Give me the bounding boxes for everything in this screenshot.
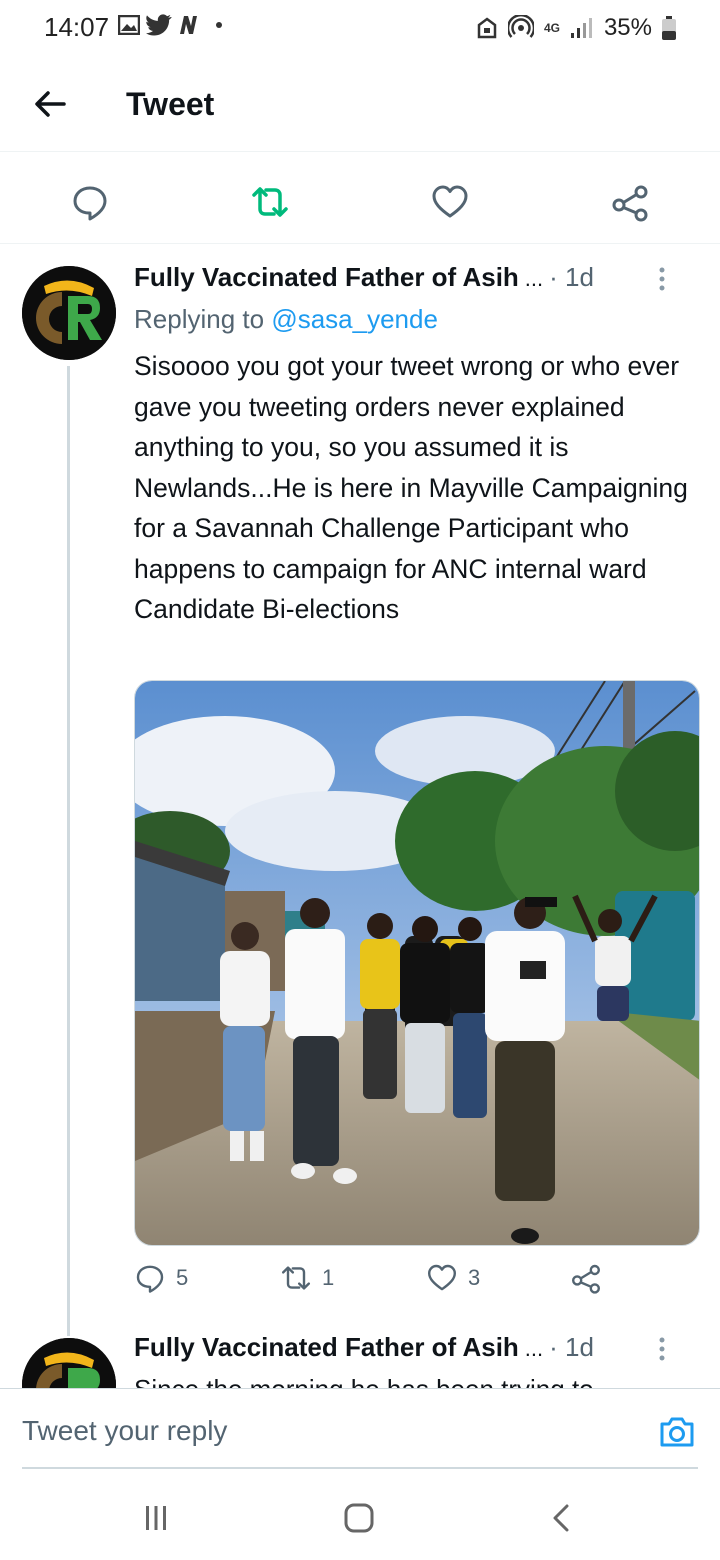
back-button[interactable]	[30, 84, 70, 124]
like-count-button[interactable]: 3	[426, 1262, 480, 1294]
thread-connector-line	[67, 366, 70, 1336]
system-navigation-bar	[0, 1470, 720, 1560]
battery-percent: 35%	[603, 14, 652, 41]
reply-icon[interactable]	[70, 182, 110, 222]
tweet-header: Fully Vaccinated Father of Asih ... · 1d	[134, 1332, 694, 1368]
gallery-notification-icon	[118, 15, 140, 35]
campaign-walk-photo	[135, 681, 699, 1245]
avatar[interactable]	[22, 266, 116, 360]
retweet-count-button[interactable]: 1	[280, 1262, 334, 1294]
like-icon[interactable]	[430, 182, 470, 222]
back-nav-icon[interactable]	[544, 1500, 580, 1536]
retweet-icon[interactable]	[250, 182, 290, 222]
tweet-text-preview: Since the morning he has been trying to	[134, 1374, 694, 1388]
retweet-count: 1	[322, 1265, 335, 1290]
avatar-logo-icon	[22, 266, 116, 360]
home-icon[interactable]	[341, 1500, 377, 1536]
alarm-lock-icon	[477, 17, 497, 39]
share-button[interactable]	[570, 1262, 602, 1294]
hotspot-icon	[507, 15, 534, 38]
system-icons: 4G 35%	[476, 14, 676, 42]
more-options-icon[interactable]	[658, 1336, 666, 1362]
reply-count: 5	[176, 1265, 189, 1290]
tweet-text: Sisoooo you got your tweet wrong or who …	[134, 351, 688, 624]
input-underline	[22, 1467, 698, 1469]
network-type-label: 4G	[543, 21, 560, 35]
tweet-timestamp[interactable]: · 1d	[549, 262, 594, 293]
tweet-photo[interactable]	[134, 680, 700, 1246]
more-options-icon[interactable]	[658, 266, 666, 292]
like-count: 3	[468, 1265, 481, 1290]
reply-composer	[0, 1388, 720, 1469]
replying-to-line: Replying to @sasa_yende	[134, 304, 438, 335]
recent-apps-icon[interactable]	[138, 1500, 174, 1536]
tweet-timestamp[interactable]: · 1d	[549, 1332, 594, 1363]
share-icon[interactable]	[610, 182, 650, 222]
camera-icon[interactable]	[658, 1413, 696, 1451]
twitter-notification-icon	[146, 14, 172, 36]
retweet-icon	[282, 1266, 310, 1290]
tweet-header: Fully Vaccinated Father of Asih ... · 1d	[134, 262, 694, 298]
main-tweet-action-bar	[0, 160, 720, 244]
name-truncation: ...	[524, 266, 544, 291]
more-notifications-dot	[216, 22, 222, 28]
battery-icon	[662, 16, 676, 40]
status-time: 14:07	[44, 12, 110, 42]
page-title: Tweet	[126, 86, 215, 122]
signal-icon	[570, 18, 592, 38]
reply-icon	[136, 1265, 164, 1293]
reply-tweet-action-bar: 5 1 3	[134, 1262, 614, 1302]
top-app-bar: Tweet	[0, 62, 720, 152]
notification-icons	[118, 14, 222, 36]
share-icon	[572, 1264, 600, 1294]
like-icon	[428, 1264, 456, 1291]
reply-input[interactable]	[22, 1415, 582, 1447]
replying-to-prefix: Replying to	[134, 304, 265, 334]
replying-to-handle-link[interactable]: @sasa_yende	[271, 304, 438, 334]
author-name[interactable]: Fully Vaccinated Father of Asih	[134, 1332, 519, 1363]
reply-count-button[interactable]: 5	[134, 1262, 188, 1294]
author-name[interactable]: Fully Vaccinated Father of Asih	[134, 262, 519, 293]
status-bar: 14:07 4G 35%	[0, 0, 720, 60]
name-truncation: ...	[524, 1336, 544, 1361]
news-notification-icon	[180, 16, 197, 34]
